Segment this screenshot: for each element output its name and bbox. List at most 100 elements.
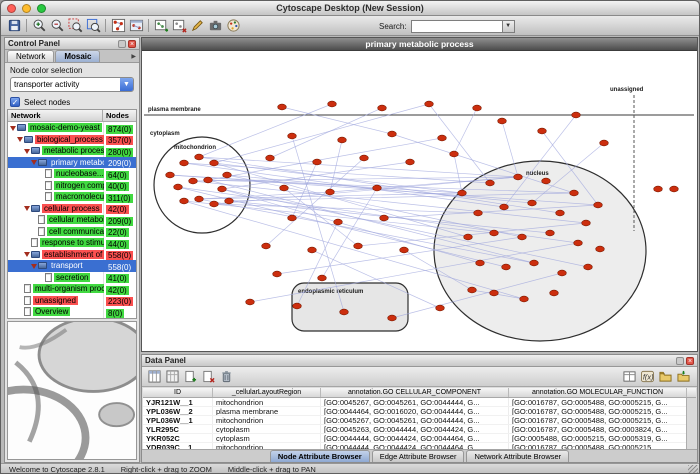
network-node[interactable]	[500, 204, 509, 210]
table-cell[interactable]: YPL036W__2	[143, 407, 213, 415]
network-node[interactable]	[490, 290, 499, 296]
table-cell[interactable]: mitochondrion	[213, 416, 321, 424]
network-overview-icon[interactable]	[127, 17, 145, 34]
column-header[interactable]: annotation.GO MOLECULAR_FUNCTION	[509, 388, 687, 397]
network-node[interactable]	[204, 177, 213, 183]
column-header[interactable]: annotation.GO CELLULAR_COMPONENT	[321, 388, 509, 397]
network-node[interactable]	[166, 172, 175, 178]
network-node[interactable]	[210, 160, 219, 166]
network-node[interactable]	[584, 264, 593, 270]
network-node[interactable]	[189, 178, 198, 184]
network-node[interactable]	[436, 305, 445, 311]
network-node[interactable]	[378, 105, 387, 111]
network-node[interactable]	[468, 287, 477, 293]
table-cell[interactable]: [GO:0045267, GO:0045261, GO:0044444, G..…	[321, 416, 509, 424]
window-titlebar[interactable]: Cytoscape Desktop (New Session)	[1, 1, 699, 16]
expander-icon[interactable]	[16, 135, 24, 143]
zoom-in-icon[interactable]	[30, 17, 48, 34]
network-node[interactable]	[318, 275, 327, 281]
network-node[interactable]	[388, 315, 397, 321]
network-node[interactable]	[340, 309, 349, 315]
network-node[interactable]	[225, 198, 234, 204]
search-options-chevron-icon[interactable]: ▼	[503, 20, 515, 33]
network-node[interactable]	[596, 246, 605, 252]
expander-icon[interactable]	[30, 262, 38, 270]
network-node[interactable]	[546, 230, 555, 236]
table-row[interactable]: YKR052Ccytoplasm[GO:0044444, GO:0044424,…	[143, 434, 696, 443]
network-node[interactable]	[174, 184, 183, 190]
table-cell[interactable]: YKR052C	[143, 434, 213, 442]
close-panel-icon[interactable]: ×	[686, 357, 694, 365]
network-view-titlebar[interactable]: primary metabolic process	[142, 38, 697, 51]
network-edge[interactable]	[170, 175, 462, 193]
table-cell[interactable]: YJR121W__1	[143, 398, 213, 406]
network-node[interactable]	[594, 202, 603, 208]
table-cell[interactable]: cytoplasm	[213, 425, 321, 433]
table-cell[interactable]: [GO:0016787, GO:0005488, GO:0005215, G..…	[509, 416, 687, 424]
window-minimize-button[interactable]	[22, 4, 31, 13]
network-node[interactable]	[360, 155, 369, 161]
resize-grip[interactable]	[688, 465, 698, 474]
vizmapper-icon[interactable]	[224, 17, 242, 34]
network-node[interactable]	[542, 178, 551, 184]
tab-mosaic[interactable]: Mosaic	[55, 50, 100, 62]
table-cell[interactable]: [GO:0016787, GO:0005488, GO:0005215, G..…	[509, 407, 687, 415]
network-node[interactable]	[528, 200, 537, 206]
table-row[interactable]: YLR295Ccytoplasm[GO:0045263, GO:0044444,…	[143, 425, 696, 434]
network-edge[interactable]	[214, 104, 429, 163]
network-node[interactable]	[654, 186, 663, 192]
network-node[interactable]	[520, 296, 529, 302]
network-node[interactable]	[574, 240, 583, 246]
zoom-selected-icon[interactable]	[66, 17, 84, 34]
table-cell[interactable]: [GO:0045267, GO:0045261, GO:0044444, G..…	[321, 398, 509, 406]
network-node[interactable]	[338, 137, 347, 143]
expander-icon[interactable]	[30, 158, 38, 166]
network-node[interactable]	[570, 190, 579, 196]
network-node[interactable]	[498, 118, 507, 124]
search-input[interactable]	[411, 20, 503, 33]
open-folder-icon[interactable]	[657, 369, 674, 385]
expander-icon[interactable]	[23, 147, 31, 155]
select-nodes-row[interactable]: ✓ Select nodes	[5, 92, 139, 107]
network-edge[interactable]	[429, 104, 490, 183]
table-cell[interactable]: YPL036W__1	[143, 416, 213, 424]
network-node[interactable]	[582, 220, 591, 226]
formula-builder-icon[interactable]: f(x)	[639, 369, 656, 385]
network-node[interactable]	[288, 215, 297, 221]
table-cell[interactable]: mitochondrion	[213, 398, 321, 406]
network-node[interactable]	[502, 264, 511, 270]
table-cell[interactable]: [GO:0045263, GO:0044444, GO:0044424, G..…	[321, 425, 509, 433]
tab-network-attribute-browser[interactable]: Network Attribute Browser	[466, 450, 569, 462]
snapshot-camera-icon[interactable]	[206, 17, 224, 34]
float-panel-icon[interactable]	[118, 40, 126, 48]
network-node[interactable]	[670, 186, 679, 192]
attribute-matrix-icon[interactable]	[621, 369, 638, 385]
import-table-icon[interactable]	[675, 369, 692, 385]
table-cell[interactable]: [GO:0044444, GO:0044424, GO:0044464, G..…	[321, 434, 509, 442]
network-node[interactable]	[313, 159, 322, 165]
network-edge[interactable]	[208, 138, 442, 180]
table-cell[interactable]: [GO:0044464, GO:0016020, GO:0044444, G..…	[321, 407, 509, 415]
zoom-fit-icon[interactable]	[84, 17, 102, 34]
network-node[interactable]	[514, 174, 523, 180]
close-panel-icon[interactable]: ×	[128, 40, 136, 48]
tree-item[interactable]: Overview8(0)	[8, 306, 136, 318]
unselect-attributes-icon[interactable]	[164, 369, 181, 385]
create-network-view-icon[interactable]	[152, 17, 170, 34]
network-node[interactable]	[210, 201, 219, 207]
color-attribute-dropdown[interactable]: transporter activity ▼	[10, 77, 134, 92]
float-panel-icon[interactable]	[676, 357, 684, 365]
table-cell[interactable]: [GO:0005488, GO:0005215, GO:0005319, G..…	[509, 434, 687, 442]
network-node[interactable]	[538, 128, 547, 134]
table-cell[interactable]: [GO:0016787, GO:0005488, GO:0003824, G..…	[509, 425, 687, 433]
network-node[interactable]	[425, 101, 434, 107]
network-node[interactable]	[273, 271, 282, 277]
tab-edge-attribute-browser[interactable]: Edge Attribute Browser	[372, 450, 465, 462]
network-node[interactable]	[280, 185, 289, 191]
network-node[interactable]	[400, 247, 409, 253]
network-canvas[interactable]: plasma membranecytoplasmmitochondrionnuc…	[142, 51, 697, 351]
window-zoom-button[interactable]	[37, 4, 46, 13]
network-node[interactable]	[262, 243, 271, 249]
network-node[interactable]	[334, 219, 343, 225]
expander-icon[interactable]	[23, 204, 31, 212]
